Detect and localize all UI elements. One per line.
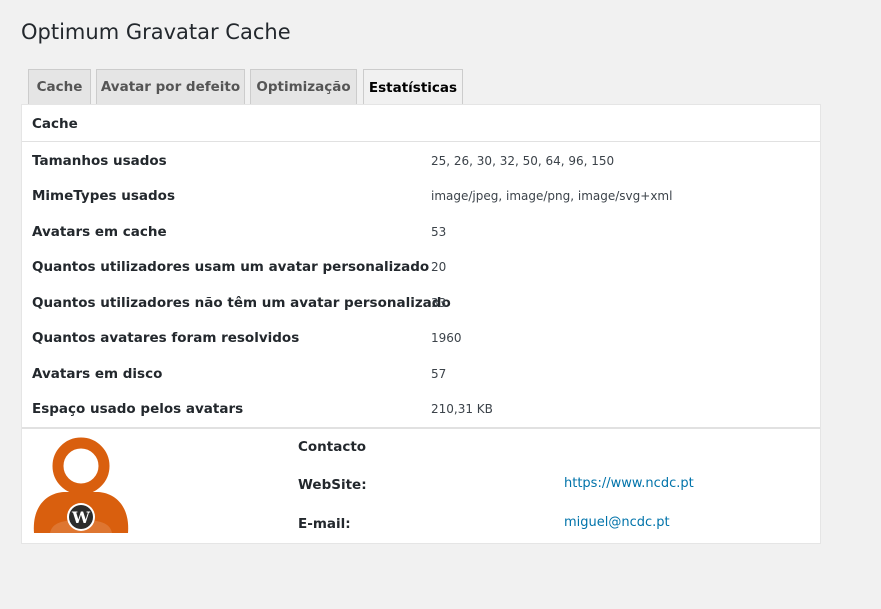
stats-row: Avatars em disco 57 [22, 356, 820, 392]
stat-value: 210,31 KB [431, 402, 493, 416]
page-title: Optimum Gravatar Cache [21, 20, 291, 44]
tab-optimizacao[interactable]: Optimização [250, 69, 357, 104]
stat-value: image/jpeg, image/png, image/svg+xml [431, 189, 673, 203]
stats-row: Espaço usado pelos avatars 210,31 KB [22, 391, 820, 427]
stat-label: Quantos utilizadores usam um avatar pers… [32, 259, 430, 275]
stat-value: 33 [431, 296, 447, 310]
stat-label: Quantos utilizadores não têm um avatar p… [32, 295, 451, 311]
stat-label: MimeTypes usados [32, 188, 175, 204]
gravatar-person-wordpress-icon: W [33, 437, 129, 533]
stat-value: 25, 26, 30, 32, 50, 64, 96, 150 [431, 154, 615, 168]
section-title: Cache [22, 105, 820, 142]
stats-panel: Cache Tamanhos usados 25, 26, 30, 32, 50… [21, 104, 821, 544]
stat-label: Avatars em cache [32, 224, 167, 240]
stats-row: MimeTypes usados image/jpeg, image/png, … [22, 178, 820, 214]
website-label: WebSite: [298, 477, 367, 493]
tab-estatisticas[interactable]: Estatísticas [363, 69, 463, 105]
stat-label: Tamanhos usados [32, 153, 167, 169]
stats-row: Quantos utilizadores não têm um avatar p… [22, 285, 820, 321]
stat-label: Avatars em disco [32, 366, 163, 382]
stat-value: 57 [431, 367, 447, 381]
email-link[interactable]: miguel@ncdc.pt [564, 515, 670, 530]
stat-label: Espaço usado pelos avatars [32, 401, 244, 417]
email-label: E-mail: [298, 516, 351, 532]
tab-cache[interactable]: Cache [28, 69, 91, 104]
section-divider [22, 427, 820, 429]
tab-avatar-por-defeito[interactable]: Avatar por defeito [96, 69, 245, 104]
website-link[interactable]: https://www.ncdc.pt [564, 476, 694, 491]
contact-heading: Contacto [298, 439, 367, 455]
stats-row: Quantos utilizadores usam um avatar pers… [22, 249, 820, 285]
stat-value: 53 [431, 225, 447, 239]
stats-row: Avatars em cache 53 [22, 214, 820, 250]
stats-row: Quantos avatares foram resolvidos 1960 [22, 320, 820, 356]
stats-row: Tamanhos usados 25, 26, 30, 32, 50, 64, … [22, 143, 820, 179]
stat-label: Quantos avatares foram resolvidos [32, 330, 300, 346]
svg-text:W: W [71, 508, 91, 527]
stat-value: 1960 [431, 331, 462, 345]
stat-value: 20 [431, 260, 447, 274]
